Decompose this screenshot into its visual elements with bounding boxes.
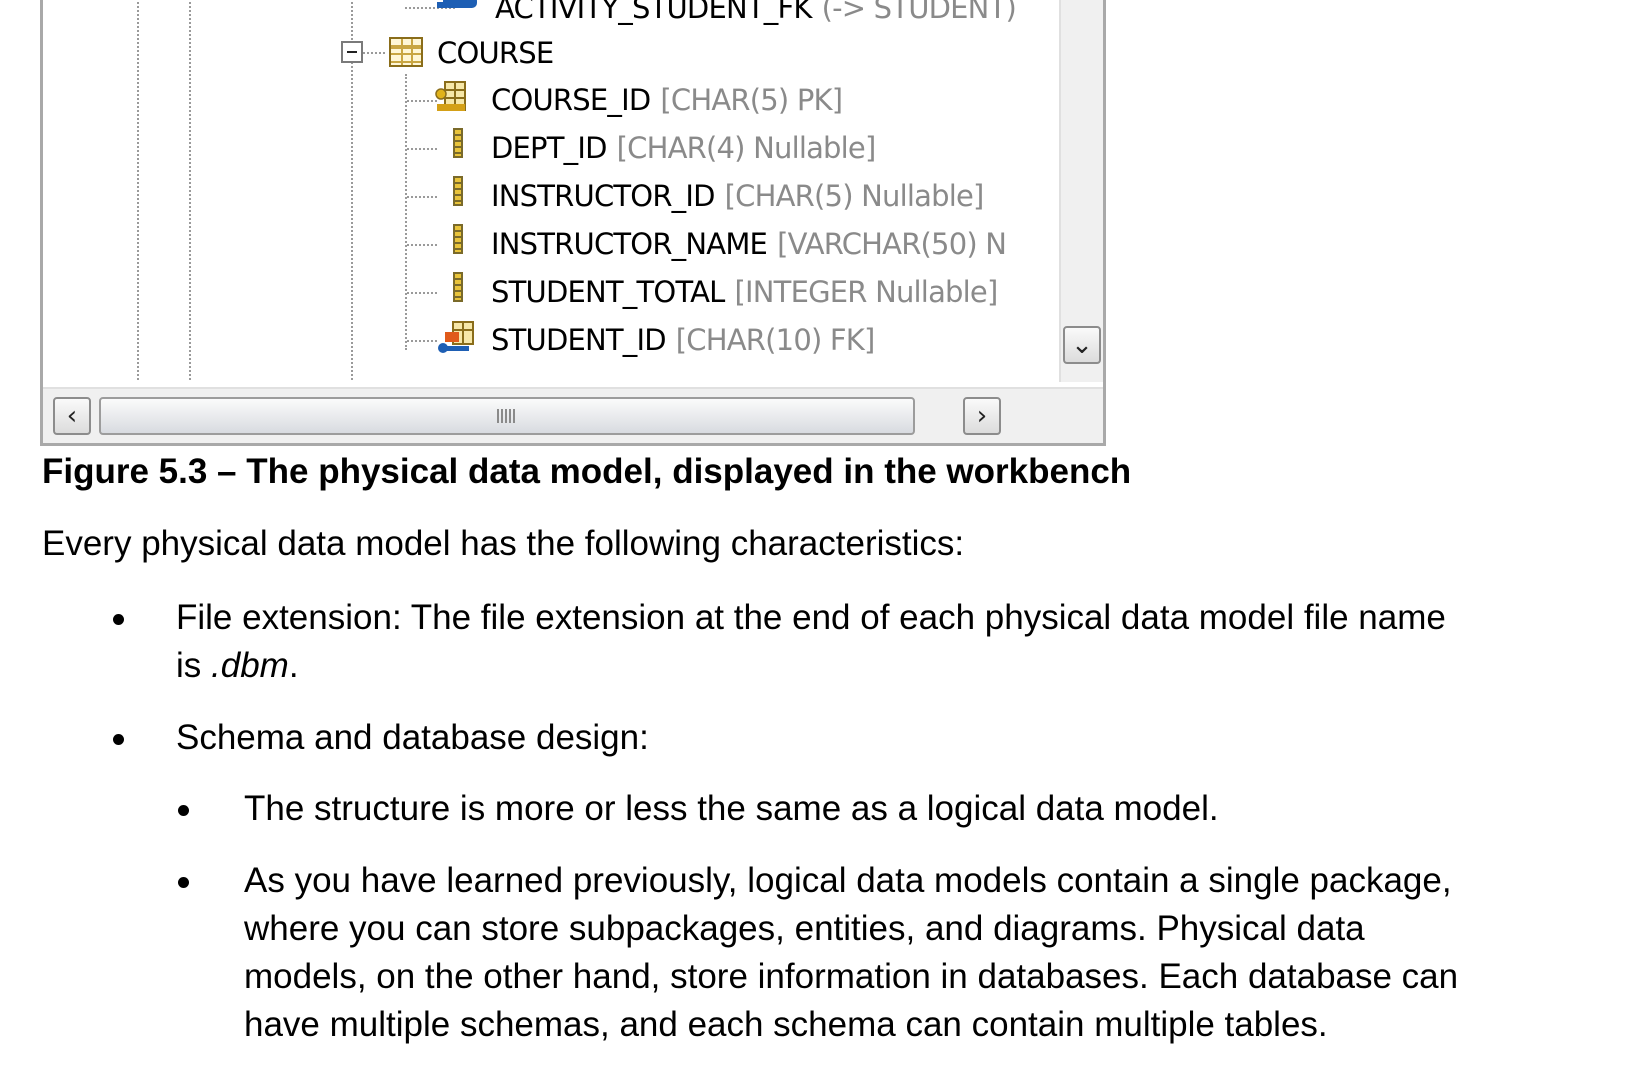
intro-paragraph: Every physical data model has the follow… [42, 524, 965, 563]
bullet-text-line: is .dbm. [176, 642, 1446, 690]
column-name: INSTRUCTOR_NAME [491, 227, 768, 261]
tree-item-column[interactable]: INSTRUCTOR_ID [CHAR(5) Nullable] [491, 176, 984, 216]
scroll-down-button[interactable]: ⌄ [1063, 326, 1101, 364]
tree-guide-line [189, 0, 191, 382]
tree-item-column[interactable]: STUDENT_TOTAL [INTEGER Nullable] [491, 272, 999, 312]
tree-item-type: (-> STUDENT) [821, 0, 1017, 25]
bullet-text-line: File extension: The file extension at th… [176, 598, 1446, 637]
tree-guide-line [407, 100, 437, 102]
bullet-dot [113, 734, 124, 745]
primary-key-icon [435, 81, 466, 111]
tree-item-name: COURSE [437, 36, 554, 70]
column-name: STUDENT_TOTAL [491, 275, 725, 309]
tree-guide-line [407, 340, 437, 342]
column-icon [453, 128, 463, 158]
text-span: . [288, 646, 299, 685]
horizontal-scroll-thumb[interactable] [99, 397, 915, 435]
tree-guide-line [405, 74, 407, 350]
foreign-key-icon [437, 0, 477, 8]
bullet-text-line: As you have learned previously, logical … [244, 861, 1452, 900]
bullet-file-extension: File extension: The file extension at th… [176, 594, 1446, 690]
column-type: [VARCHAR(50) N [777, 227, 1007, 261]
tree-item-column[interactable]: INSTRUCTOR_NAME [VARCHAR(50) N [491, 224, 1007, 264]
tree-item-name: ACTIVITY_STUDENT_FK [495, 0, 812, 25]
column-name: DEPT_ID [491, 131, 607, 165]
column-icon [453, 176, 463, 206]
bullet-text-line: have multiple schemas, and each schema c… [244, 1005, 1328, 1044]
bullet-text-line: where you can store subpackages, entitie… [244, 909, 1365, 948]
bullet-text-line: models, on the other hand, store informa… [244, 957, 1459, 996]
tree-guide-line [407, 196, 437, 198]
column-name: INSTRUCTOR_ID [491, 179, 715, 213]
sub-bullet-structure: The structure is more or less the same a… [244, 789, 1219, 828]
tree-guide-line [407, 244, 437, 246]
scroll-right-button[interactable]: › [963, 397, 1001, 435]
column-type: [CHAR(4) Nullable] [616, 131, 877, 165]
table-icon [389, 37, 423, 67]
column-name: STUDENT_ID [491, 323, 667, 357]
collapse-toggle[interactable] [341, 41, 363, 63]
chevron-right-icon: › [976, 401, 988, 431]
tree-guide-line [407, 148, 437, 150]
figure-caption: Figure 5.3 – The physical data model, di… [42, 452, 1132, 491]
tree-item-activity-student-fk[interactable]: ACTIVITY_STUDENT_FK (-> STUDENT) [437, 0, 1017, 28]
column-type: [INTEGER Nullable] [734, 275, 999, 309]
grip-icon [497, 409, 517, 423]
data-project-explorer-panel: ACTIVITY_STUDENT_FK (-> STUDENT) COURSE … [40, 0, 1106, 446]
tree-item-column[interactable]: STUDENT_ID [CHAR(10) FK] [491, 320, 875, 360]
tree-guide-line [137, 0, 139, 382]
column-type: [CHAR(5) PK] [660, 83, 843, 117]
sub-bullet-dot [178, 805, 189, 816]
column-type: [CHAR(10) FK] [675, 323, 876, 357]
tree-item-column[interactable]: COURSE_ID [CHAR(5) PK] [491, 80, 843, 120]
tree-item-course-table[interactable]: COURSE [437, 33, 554, 73]
vertical-scrollbar[interactable]: ⌄ [1059, 0, 1103, 382]
column-name: COURSE_ID [491, 83, 651, 117]
file-extension-text: .dbm [211, 646, 289, 685]
sub-bullet-packages: As you have learned previously, logical … [244, 857, 1458, 1049]
bullet-schema-design: Schema and database design: [176, 718, 649, 757]
sub-bullet-dot [178, 877, 189, 888]
column-icon [453, 224, 463, 254]
tree-item-column[interactable]: DEPT_ID [CHAR(4) Nullable] [491, 128, 877, 168]
tree-guide-line [363, 52, 385, 54]
model-tree: ACTIVITY_STUDENT_FK (-> STUDENT) COURSE … [43, 0, 1055, 382]
tree-guide-line [407, 292, 437, 294]
foreign-key-icon [438, 321, 474, 353]
bullet-dot [113, 614, 124, 625]
chevron-down-icon: ⌄ [1071, 330, 1093, 360]
column-type: [CHAR(5) Nullable] [724, 179, 985, 213]
horizontal-scrollbar[interactable]: ‹ › [43, 387, 1103, 443]
text-span: is [176, 646, 211, 685]
scroll-left-button[interactable]: ‹ [53, 397, 91, 435]
column-icon [453, 272, 463, 302]
chevron-left-icon: ‹ [66, 401, 78, 431]
